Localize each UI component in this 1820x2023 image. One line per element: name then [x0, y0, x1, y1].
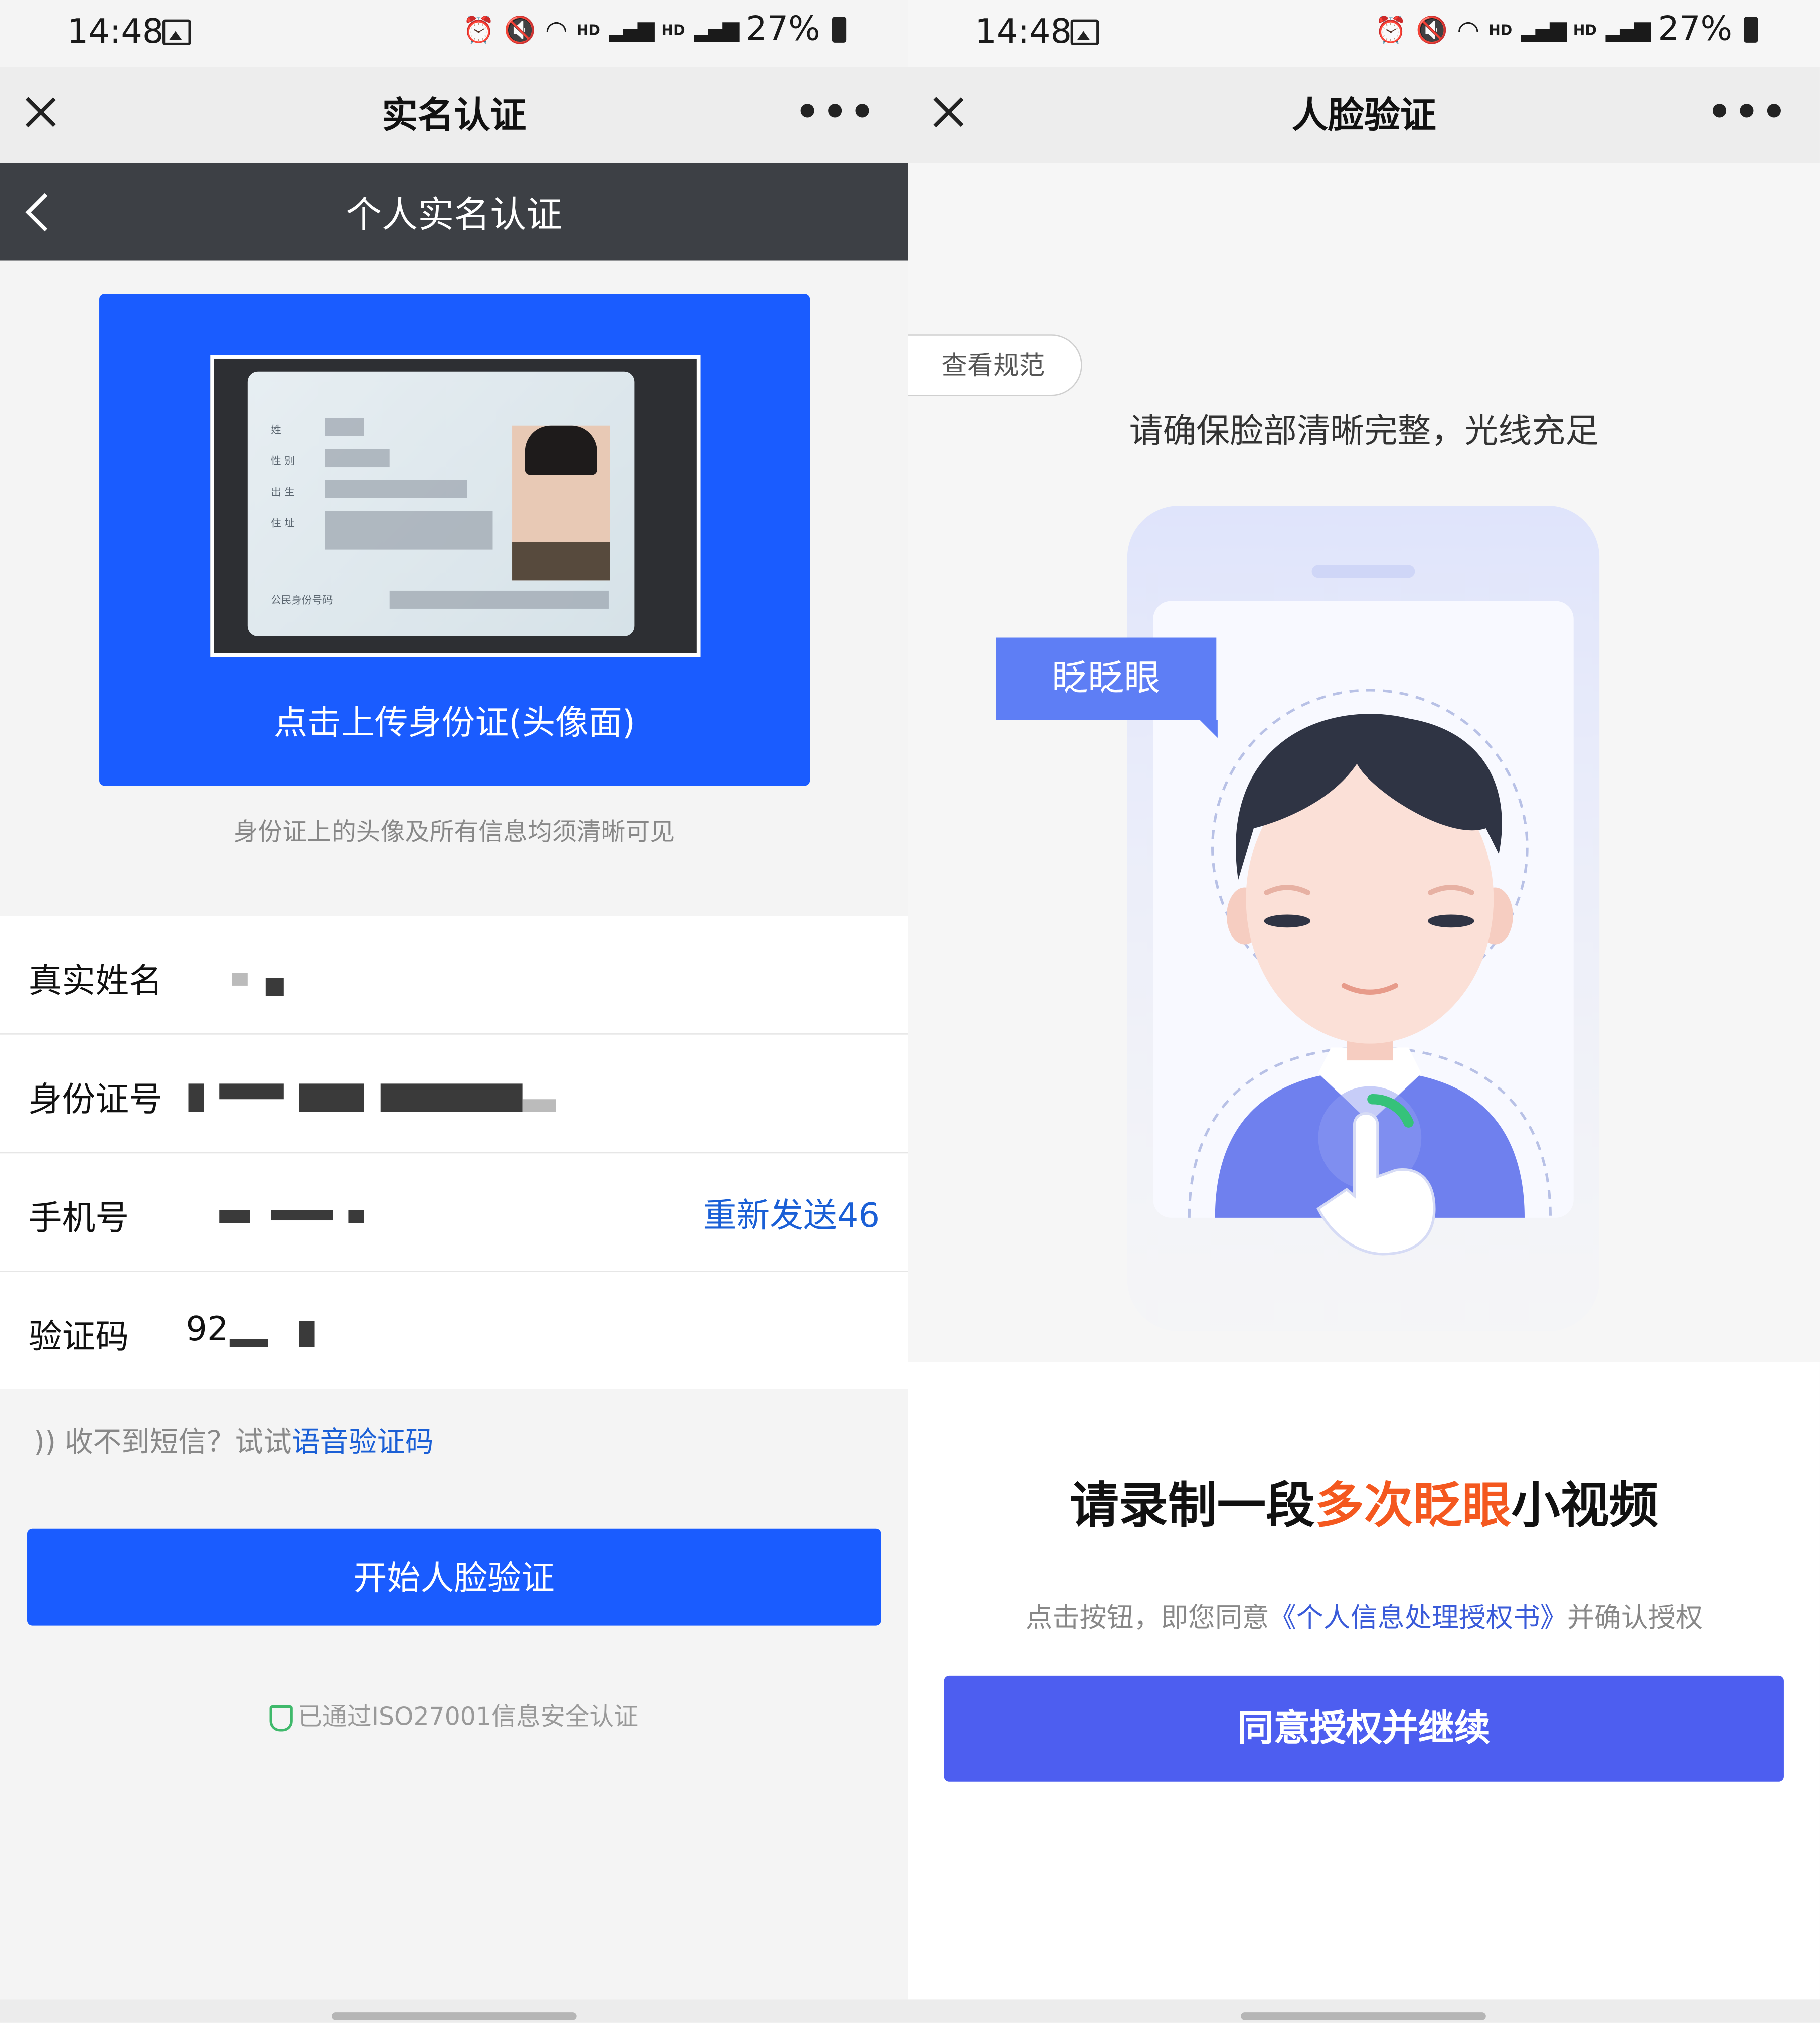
subheader-title: 个人实名认证 — [346, 193, 563, 236]
redaction — [325, 418, 364, 436]
code-row[interactable]: 验证码 92 — [0, 1272, 908, 1389]
record-highlight: 多次眨眼 — [1315, 1477, 1511, 1534]
signal-icon: ▂▄▆ — [609, 17, 655, 43]
battery-percent: 27% — [1658, 10, 1733, 49]
phone-row[interactable]: 手机号 重新发送46 — [0, 1153, 908, 1272]
upload-hint: 身份证上的头像及所有信息均须清晰可见 — [233, 818, 675, 847]
code-value: 92 — [186, 1311, 229, 1350]
agree-continue-button[interactable]: 同意授权并继续 — [944, 1675, 1784, 1782]
sms-help-text: 收不到短信？试试 — [65, 1427, 292, 1459]
status-time: 14:48 — [975, 13, 1072, 52]
sms-help: )) 收不到短信？试试语音验证码 — [34, 1419, 434, 1460]
redacted-name — [232, 973, 248, 986]
wifi-icon: ◠ — [545, 14, 568, 46]
left-screen: 14:48 ⏰ 🔇 ◠ HD ▂▄▆ HD ▂▄▆ 27% 实名认证 ••• 个… — [0, 0, 908, 2023]
redacted-id — [380, 1083, 523, 1112]
id-number-row[interactable]: 身份证号 — [0, 1035, 908, 1154]
signal-icon: ▂▄▆ — [1605, 17, 1651, 43]
status-bar: 14:48 ⏰ 🔇 ◠ HD ▂▄▆ HD ▂▄▆ 27% — [908, 0, 1820, 67]
id-photo — [512, 425, 610, 581]
redaction — [325, 449, 390, 468]
status-bar: 14:48 ⏰ 🔇 ◠ HD ▂▄▆ HD ▂▄▆ 27% — [0, 0, 908, 67]
voice-code-link[interactable]: 语音验证码 — [292, 1427, 434, 1459]
battery-icon — [832, 17, 847, 43]
hd-label: HD — [661, 21, 685, 38]
battery-icon — [1744, 17, 1758, 43]
wifi-icon: ◠ — [1457, 14, 1480, 46]
top-nav: 人脸验证 ••• — [908, 67, 1820, 163]
card-label: 姓 — [271, 424, 281, 436]
redaction — [325, 480, 467, 498]
top-nav: 实名认证 ••• — [0, 67, 908, 163]
card-label: 性 别 — [271, 455, 295, 468]
phone-label: 手机号 — [28, 1199, 129, 1239]
shield-check-icon — [269, 1704, 293, 1731]
right-screen: 14:48 ⏰ 🔇 ◠ HD ▂▄▆ HD ▂▄▆ 27% 人脸验证 ••• 查… — [908, 0, 1820, 2023]
redacted-id — [522, 1099, 556, 1112]
redacted-id — [188, 1083, 204, 1112]
page-title: 人脸验证 — [1291, 94, 1436, 137]
id-card-image: 姓 性 别 出 生 住 址 公民身份号码 — [247, 371, 635, 636]
alarm-icon: ⏰ — [1375, 14, 1407, 46]
redaction — [325, 511, 493, 550]
redaction — [389, 590, 609, 609]
gallery-icon — [162, 19, 191, 46]
iso-text: 已通过ISO27001信息安全认证 — [298, 1702, 639, 1732]
id-card-preview: 姓 性 别 出 生 住 址 公民身份号码 — [210, 355, 701, 657]
record-title: 请录制一段多次眨眼小视频 — [1070, 1477, 1659, 1534]
status-time: 14:48 — [67, 13, 164, 52]
authorization-link[interactable]: 《个人信息处理授权书》 — [1269, 1602, 1567, 1633]
alarm-icon: ⏰ — [462, 14, 495, 46]
hd-label: HD — [576, 21, 600, 38]
redacted-id — [219, 1083, 284, 1100]
signal-icon: ▂▄▆ — [694, 17, 740, 43]
sub-header: 个人实名认证 — [0, 163, 908, 261]
card-label: 住 址 — [271, 517, 295, 529]
mute-icon: 🔇 — [1416, 14, 1448, 46]
redacted-id — [299, 1083, 364, 1112]
id-number-label: 身份证号 — [28, 1081, 163, 1120]
gallery-icon — [1070, 19, 1099, 46]
name-row[interactable]: 真实姓名 — [0, 916, 908, 1035]
resend-countdown[interactable]: 重新发送46 — [703, 1189, 880, 1237]
upload-caption: 点击上传身份证(头像面) — [274, 704, 636, 743]
id-upload-button[interactable]: 姓 性 别 出 生 住 址 公民身份号码 点击上传身份证(头像面) — [99, 294, 810, 786]
page-title: 实名认证 — [382, 94, 527, 137]
redacted-phone — [219, 1210, 250, 1223]
code-label: 验证码 — [28, 1318, 129, 1357]
hd-label: HD — [1573, 21, 1597, 38]
mute-icon: 🔇 — [504, 14, 536, 46]
redacted-phone — [271, 1210, 333, 1221]
blink-tag: 眨眨眼 — [996, 637, 1218, 738]
name-label: 真实姓名 — [28, 962, 163, 1001]
more-icon[interactable]: ••• — [1707, 90, 1789, 135]
voice-wave-icon: )) — [33, 1427, 56, 1459]
iso-certification: 已通过ISO27001信息安全认证 — [0, 1698, 908, 1733]
more-icon[interactable]: ••• — [795, 90, 877, 135]
home-indicator[interactable] — [331, 2012, 577, 2020]
card-label: 公民身份号码 — [271, 594, 333, 606]
face-illustration — [1127, 506, 1600, 1332]
redacted-code — [299, 1321, 315, 1347]
authorization-notice: 点击按钮，即您同意《个人信息处理授权书》并确认授权 — [1025, 1602, 1703, 1634]
card-label: 出 生 — [271, 486, 295, 498]
home-indicator[interactable] — [1241, 2012, 1486, 2020]
face-hint: 请确保脸部清晰完整，光线充足 — [1129, 413, 1599, 452]
start-face-verification-button[interactable]: 开始人脸验证 — [27, 1528, 881, 1626]
redacted-phone — [348, 1210, 364, 1223]
redacted-code — [229, 1339, 268, 1347]
hd-label: HD — [1488, 21, 1513, 38]
battery-percent: 27% — [746, 10, 820, 49]
signal-icon: ▂▄▆ — [1521, 17, 1567, 43]
view-spec-button[interactable]: 查看规范 — [908, 334, 1082, 396]
redacted-name — [265, 978, 284, 996]
info-form: 真实姓名 身份证号 手机号 重新发送46 验证码 92 — [0, 916, 908, 1389]
